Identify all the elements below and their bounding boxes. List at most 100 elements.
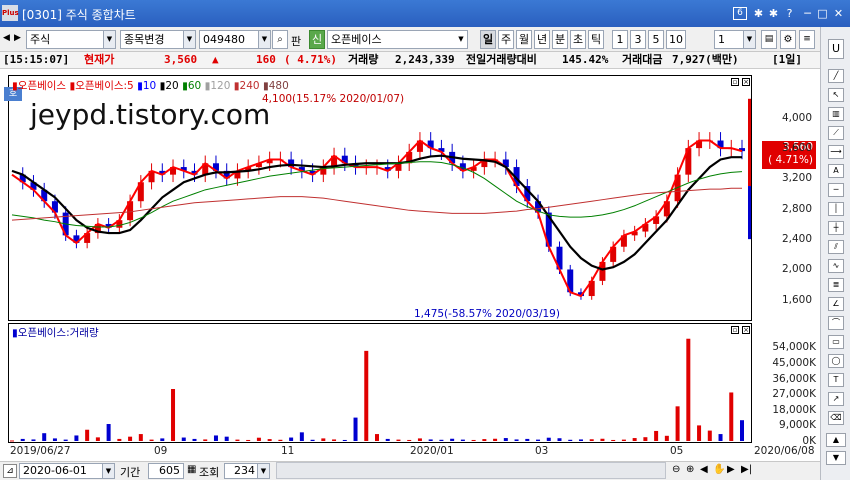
panel-minimize-icon[interactable]: ▫ [731,326,739,334]
scroll-right-icon[interactable]: ▶ [727,464,735,475]
multiplier-3-button[interactable]: 3 [630,30,646,49]
prev-arrow-icon[interactable]: ◀ [3,33,10,43]
multiplier-10-button[interactable]: 10 [666,30,686,49]
volume-bar [417,438,422,441]
panel-close-icon[interactable]: × [742,326,750,334]
volume-bar [697,425,702,441]
auto-icon[interactable]: A [828,164,844,178]
hline-icon[interactable]: ─ [828,183,844,197]
chevron-down-icon[interactable]: ▼ [102,464,114,478]
volume-bar [471,439,476,441]
search-icon[interactable]: ⌕ [272,30,288,49]
period-second-button[interactable]: 초 [570,30,586,49]
period-week-button[interactable]: 주 [498,30,514,49]
chevron-down-icon[interactable]: ▼ [103,31,115,48]
period-tick-button[interactable]: 틱 [588,30,604,49]
chevron-down-icon[interactable]: ▼ [258,31,270,48]
channel-icon[interactable]: ⫽ [828,240,844,254]
query-count-input[interactable]: 234 ▼ [224,463,270,479]
stock-change-label: 종목변경 [124,33,165,46]
multiplier-1-button[interactable]: 1 [612,30,628,49]
wave-icon[interactable]: ∿ [828,259,844,273]
scroll-up-icon[interactable]: ▲ [826,433,846,447]
stock-change-select[interactable]: 종목변경 ▼ [120,30,196,49]
panel-close-icon[interactable]: × [742,78,750,86]
period-year-button[interactable]: 년 [534,30,550,49]
volume-bar [332,439,337,441]
legend-ma120: 120 [210,80,231,92]
link-icon[interactable]: ✱ [767,7,780,20]
zoom-in-icon[interactable]: ⊕ [686,464,694,475]
gear-icon[interactable]: ⚙ [780,30,796,49]
multiplier-5-button[interactable]: 5 [648,30,664,49]
panel-minimize-icon[interactable]: ▫ [731,78,739,86]
volume-bar [353,417,358,441]
volume-y-tick: 45,000K [772,357,816,369]
scroll-down-icon[interactable]: ▼ [826,451,846,465]
minimize-icon[interactable]: ─ [801,7,814,20]
scroll-end-icon[interactable]: ▶| [741,464,752,475]
volume-chart-svg [10,338,744,442]
chevron-down-icon[interactable]: ▼ [257,464,269,478]
menu-icon[interactable]: ≡ [799,30,815,49]
collapse-toolbar-icon[interactable]: U [828,39,844,59]
volume-bar [664,435,669,441]
next-arrow-icon[interactable]: ▶ [14,33,21,43]
text-icon[interactable]: T [828,373,844,387]
fibonacci-icon[interactable]: ≣ [828,278,844,292]
arc-icon[interactable]: ⌒ [828,316,844,330]
maximize-icon[interactable]: □ [816,7,829,20]
volume-bar [74,435,79,441]
chart-scrollbar[interactable] [276,462,666,479]
query-count-value: 234 [234,464,255,477]
volume-bar [278,439,283,441]
arrow-icon[interactable]: ↗ [828,392,844,406]
date-input[interactable]: 2020-06-01 ▼ [19,463,115,479]
zoom-out-icon[interactable]: ⊖ [672,464,680,475]
x-label-sep: 09 [154,445,168,457]
cursor-icon[interactable]: ↖ [828,88,844,102]
screen-number-button[interactable]: 6 [733,7,747,20]
eraser-icon[interactable]: ⌫ [828,411,844,425]
help-icon[interactable]: ? [783,7,796,20]
ellipse-icon[interactable]: ◯ [828,354,844,368]
save-icon[interactable]: ▤ [761,30,777,49]
chart-tool-icon[interactable]: ⊿ [3,464,17,478]
stock-name-field[interactable]: 오픈베이스 ▼ [327,30,468,49]
pan-label[interactable]: 판 [291,33,301,49]
query-icon[interactable]: ▦ [187,464,196,475]
x-label-mar: 03 [535,445,549,457]
credit-badge[interactable]: 신 [309,30,325,49]
legend-ma20: 20 [165,80,179,92]
period-day-button[interactable]: 일 [480,30,496,49]
vline-icon[interactable]: │ [828,202,844,216]
scroll-left-icon[interactable]: ◀ [700,464,708,475]
period-month-button[interactable]: 월 [516,30,532,49]
bar-icon[interactable]: ▥ [828,107,844,121]
hand-icon[interactable]: ✋ [713,464,725,475]
chevron-down-icon[interactable]: ▼ [743,31,755,48]
ray-icon[interactable]: ⟶ [828,145,844,159]
market-select[interactable]: 주식 ▼ [26,30,116,49]
volume-bar [267,439,272,441]
price-change: 160 [256,53,276,66]
query-label[interactable]: 조회 [199,464,219,480]
legend-ma5: 오픈베이스:5 [75,80,134,92]
close-icon[interactable]: ✕ [832,7,845,20]
pin-icon[interactable]: ✱ [752,7,765,20]
price-y-tick: 3,600 [781,142,812,155]
volume-legend: ▮오픈베이스:거래량 [12,325,99,340]
period-input[interactable]: 605 [148,463,184,479]
stock-code-input[interactable]: 049480 ▼ [199,30,271,49]
volume-bar [106,424,111,441]
trendline-icon[interactable]: ╱ [828,69,844,83]
chevron-down-icon[interactable]: ▼ [455,31,467,48]
rectangle-icon[interactable]: ▭ [828,335,844,349]
cross-icon[interactable]: ┼ [828,221,844,235]
volume-bar [128,436,133,441]
chevron-down-icon[interactable]: ▼ [183,31,195,48]
multiplier-select[interactable]: 1 ▼ [714,30,756,49]
line-icon[interactable]: ⟋ [828,126,844,140]
period-minute-button[interactable]: 분 [552,30,568,49]
angle-icon[interactable]: ∠ [828,297,844,311]
